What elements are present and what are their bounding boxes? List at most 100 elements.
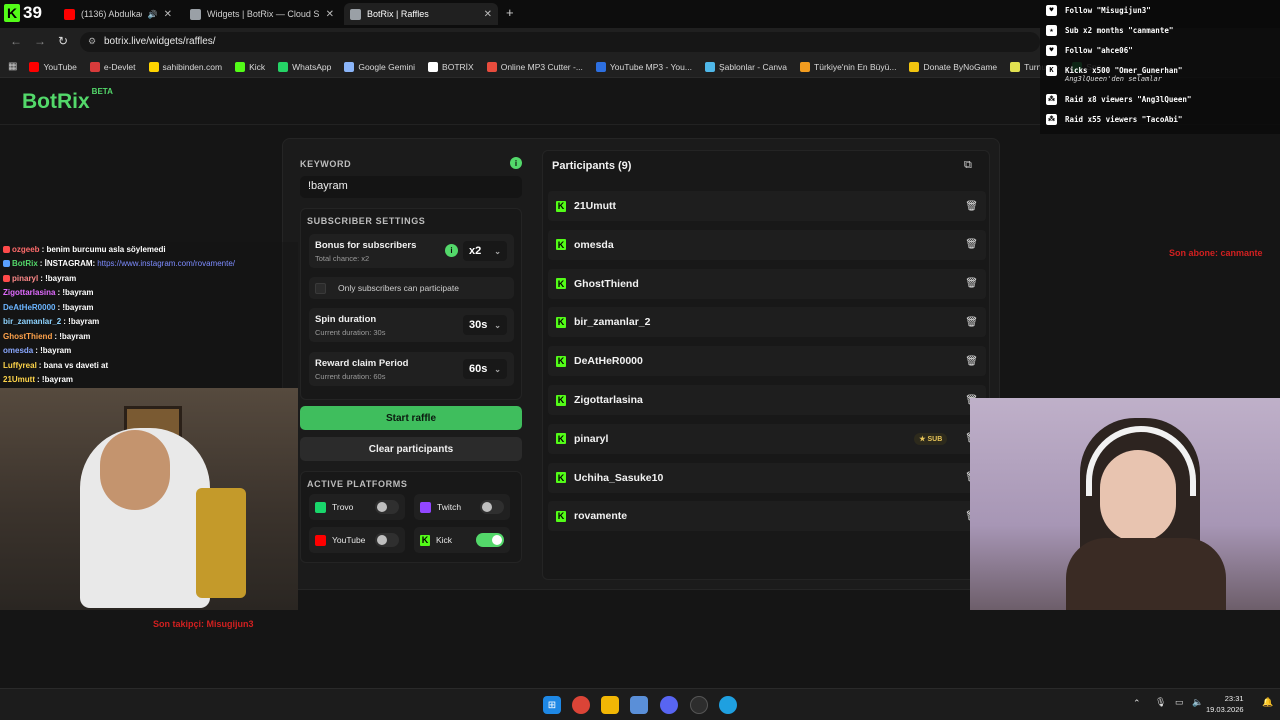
participant-row[interactable]: Kbir_zamanlar_2 🗑 [548,307,986,338]
system-clock[interactable]: 23:31 19.03.2026 [1206,693,1244,715]
chat-username: Zigottarlasina [3,288,56,298]
chat-badge-icon [3,274,10,282]
trash-icon[interactable]: 🗑 [965,356,978,367]
bookmark-item[interactable]: YouTube MP3 - You... [595,61,692,72]
bookmark-item[interactable]: sahibinden.com [148,61,222,72]
forward-icon[interactable]: → [34,34,46,48]
chat-line: Luffyreal: bana vs daveti at [0,358,298,373]
windows-start-icon[interactable]: ⊞ [543,696,561,714]
streamer-head [100,430,170,510]
participant-row[interactable]: Komesda 🗑 [548,229,986,260]
tab-youtube[interactable]: (1136) Abdulkadir Geylani ... 🔊 ✕ [58,3,178,25]
microphone-icon[interactable]: 🎙 [1155,697,1166,708]
speaker-icon[interactable]: 🔊 [148,10,158,19]
bookmark-item[interactable]: WhatsApp [278,61,331,72]
site-info-icon[interactable]: ⚙ [88,36,96,47]
bookmark-item[interactable]: Online MP3 Cutter -... [486,61,583,72]
participant-row[interactable]: Krovamente🗑 [548,501,986,532]
reward-select[interactable]: 60s ⌄ [463,359,507,379]
globe-favicon-icon [350,8,361,20]
platform-twitch: Twitch [414,494,510,520]
participant-row[interactable]: K GhostThiend 🗑 [548,268,986,299]
bookmark-label: e-Devlet [103,61,136,72]
keyword-info-icon[interactable]: i [510,157,522,169]
volume-icon[interactable]: 🔈 [1192,697,1203,708]
chat-username: GhostThiend [3,331,53,341]
alert-message: Ang3lQueen'den selamlar [1065,75,1162,83]
bonus-select[interactable]: x2 ⌄ [463,241,507,261]
chat-message: : !bayram [37,375,74,385]
edge-icon[interactable] [719,696,737,714]
close-tab-icon[interactable]: ✕ [164,9,172,20]
spin-select[interactable]: 30s ⌄ [463,315,507,335]
bookmark-item[interactable]: Şablonlar - Canva [704,61,787,72]
chat-line: pinaryl: !bayram [0,271,298,286]
bookmark-item[interactable]: YouTube [29,61,77,72]
raid-icon: ⁂ [1046,113,1057,125]
only-subs-label: Only subscribers can participate [338,283,459,293]
bookmark-favicon-icon [278,61,289,72]
settings-app-icon[interactable] [630,696,648,714]
twitch-toggle[interactable] [480,500,504,514]
chevron-up-icon[interactable]: ⌃ [1133,698,1141,709]
notifications-icon[interactable]: 🔔 [1262,697,1273,708]
network-icon[interactable]: ▭ [1175,697,1184,708]
trash-icon[interactable]: 🗑 [965,317,978,328]
folder-icon[interactable] [601,696,619,714]
bookmark-favicon-icon [1010,61,1021,72]
bookmark-item[interactable]: Donate ByNoGame [909,61,997,72]
kick-icon: K [420,534,430,546]
bookmark-item[interactable]: Kick [235,61,265,72]
tab-raffles[interactable]: BotRix | Raffles ✕ [344,3,498,25]
participant-row[interactable]: Kpinaryl★ SUB🗑 [548,423,986,454]
start-raffle-button[interactable]: Start raffle [300,406,522,430]
spin-title: Spin duration [315,314,377,325]
participant-row[interactable]: K 21Umutt 🗑 [548,191,986,221]
url-field[interactable]: ⚙ botrix.live/widgets/raffles/ [80,32,1040,52]
chat-username: ozgeeb [12,244,40,254]
bonus-info-icon[interactable]: i [445,244,458,257]
alert-text: Follow "ahce06" [1065,45,1133,55]
bookmark-item[interactable]: Türkiye'nin En Büyü... [800,61,896,72]
chat-username: omesda [3,346,34,356]
back-icon[interactable]: ← [10,34,22,48]
copy-icon[interactable]: ⧉ [964,159,972,172]
participant-row[interactable]: KZigottarlasina🗑 [548,385,986,415]
bookmark-favicon-icon [29,61,40,72]
discord-icon[interactable] [660,696,678,714]
platform-kick: K Kick [414,527,510,553]
close-tab-icon[interactable]: ✕ [484,9,492,20]
participant-row[interactable]: KUchiha_Sasuke10🗑 [548,462,986,493]
participant-row[interactable]: K DeAtHeR0000 🗑 [548,346,986,377]
kick-toggle[interactable] [476,533,504,547]
chat-badge-icon [3,245,10,253]
bookmark-item[interactable]: BOTRİX [428,61,474,72]
apps-grid-icon[interactable]: ▦ [8,61,17,72]
chat-line: BotRix: İNSTAGRAM: https://www.instagram… [0,257,298,272]
star-icon: ★ [1046,24,1057,36]
youtube-toggle[interactable] [375,533,399,547]
trash-icon[interactable]: 🗑 [965,201,978,212]
keyword-input[interactable]: !bayram [300,176,522,198]
reload-icon[interactable]: ↻ [58,34,68,48]
bookmark-item[interactable]: Google Gemini [344,61,415,72]
participant-name: Uchiha_Sasuke10 [574,471,664,484]
tab-label: BotRix | Raffles [367,9,429,19]
clear-participants-button[interactable]: Clear participants [300,437,522,461]
only-subs-row[interactable]: Only subscribers can participate [309,277,514,299]
alert-item: ⁂ Raid x55 viewers "TacoAbi" [1040,109,1280,129]
platform-label: Kick [436,535,453,545]
chrome-icon[interactable] [572,696,590,714]
botrix-logo[interactable]: BotRix BETA [22,87,113,114]
trash-icon[interactable]: 🗑 [965,278,978,289]
trash-icon[interactable]: 🗑 [965,239,978,250]
new-tab-button[interactable]: + [506,5,514,20]
only-subs-checkbox[interactable] [315,282,326,294]
bookmark-item[interactable]: e-Devlet [89,61,136,72]
close-tab-icon[interactable]: ✕ [326,9,334,20]
trovo-toggle[interactable] [375,500,399,514]
stream-chat-overlay: ozgeeb: benim burcumu asla söylemedi BotR… [0,242,298,388]
obs-icon[interactable] [690,696,708,714]
tab-widgets[interactable]: Widgets | BotRix — Cloud Strea ✕ [184,3,340,25]
chat-link[interactable]: https://www.instagram.com/rovamente/ [97,259,235,268]
